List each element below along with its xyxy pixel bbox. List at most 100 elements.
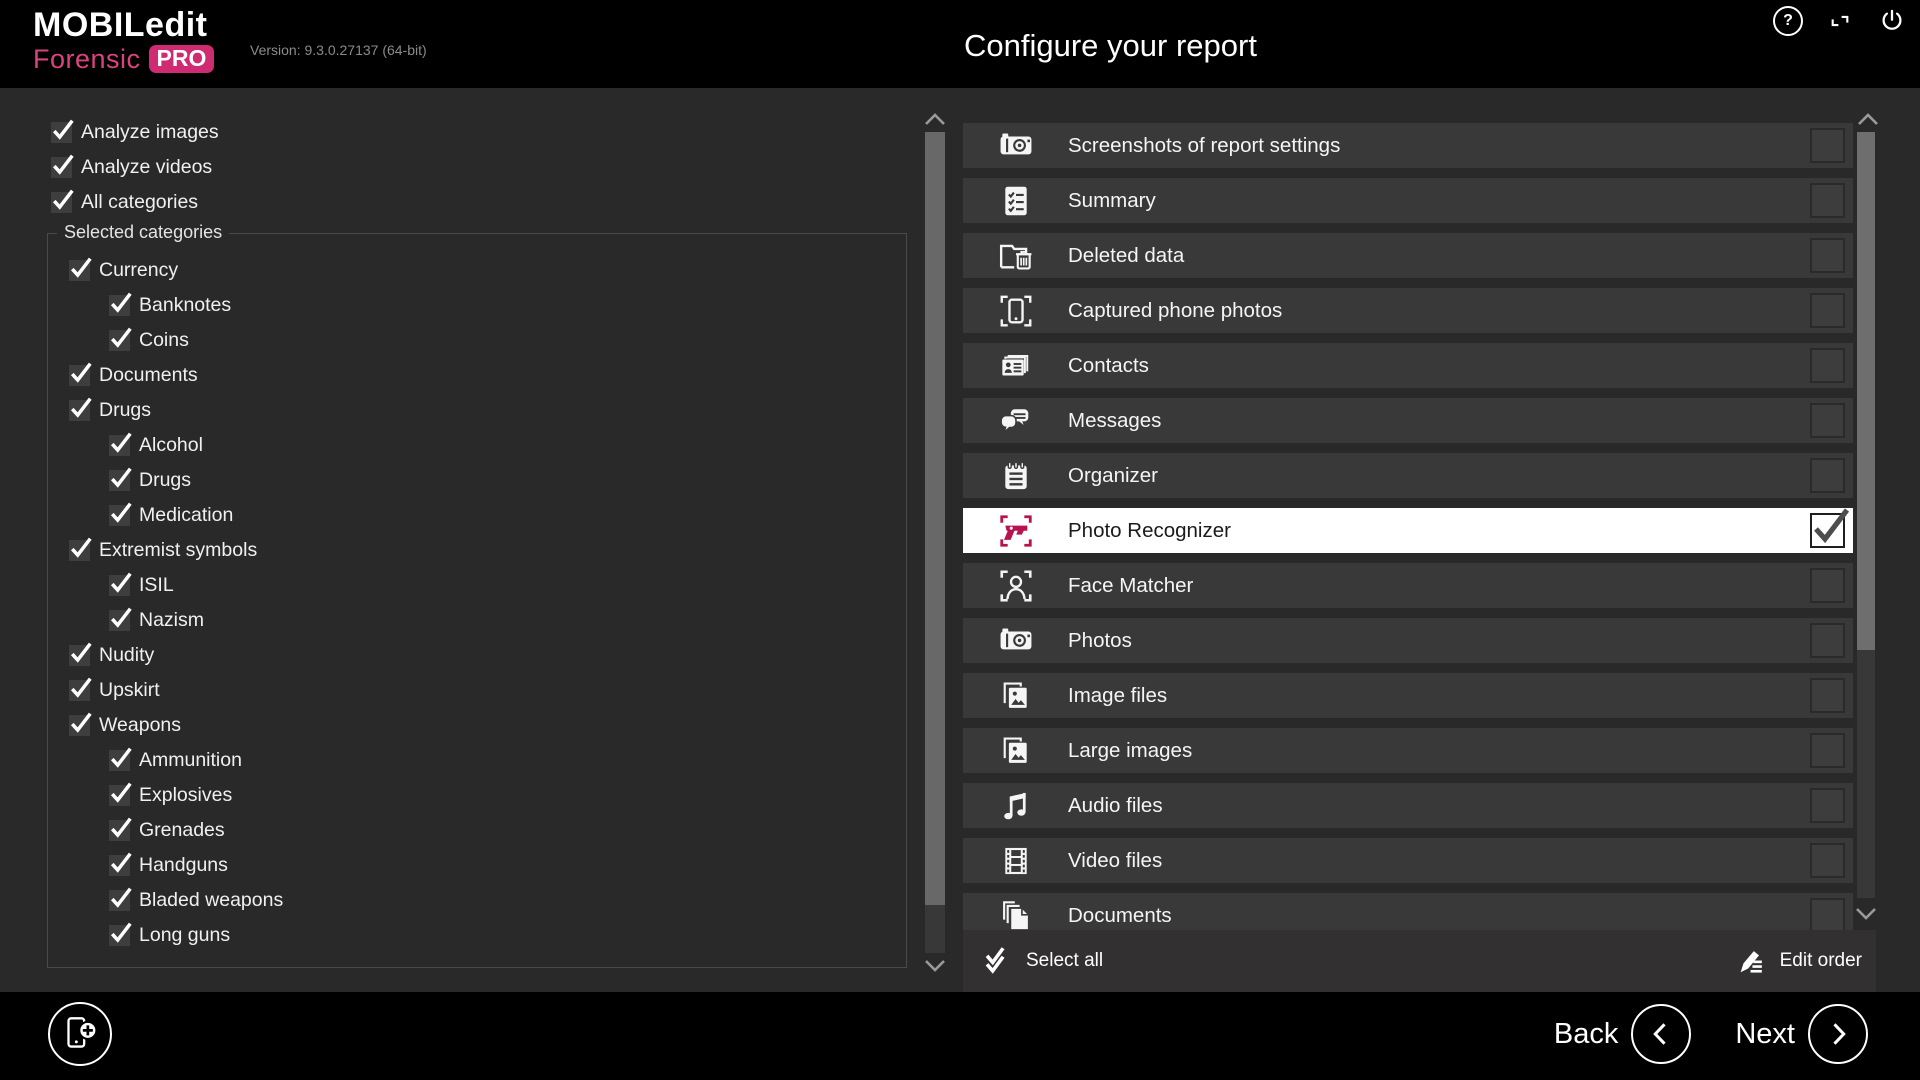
report-section-row[interactable]: Deleted data (963, 233, 1853, 278)
option-checkbox[interactable] (51, 122, 72, 143)
section-checkbox[interactable] (1810, 843, 1845, 878)
section-checkbox[interactable] (1810, 623, 1845, 658)
category-checkbox[interactable] (109, 750, 130, 771)
power-icon[interactable] (1876, 5, 1908, 37)
category-checkbox[interactable] (69, 645, 90, 666)
right-scrollbar-thumb[interactable] (1857, 132, 1875, 650)
category-checkbox[interactable] (69, 400, 90, 421)
analysis-option-row[interactable]: Analyze images (51, 119, 219, 145)
category-tree-item[interactable]: Nazism (109, 607, 204, 633)
report-section-row[interactable]: Captured phone photos (963, 288, 1853, 333)
report-section-row[interactable]: Face Matcher (963, 563, 1853, 608)
category-tree-item[interactable]: Alcohol (109, 432, 203, 458)
category-tree-item[interactable]: Upskirt (69, 677, 160, 703)
section-checkbox[interactable] (1810, 458, 1845, 493)
left-scrollbar-down-icon[interactable] (923, 958, 947, 973)
report-section-row[interactable]: Photo Recognizer (963, 508, 1853, 553)
category-checkbox[interactable] (109, 575, 130, 596)
report-section-row[interactable]: Screenshots of report settings (963, 123, 1853, 168)
snap-window-icon[interactable] (1824, 5, 1856, 37)
edit-order-button[interactable]: Edit order (1735, 945, 1862, 977)
category-checkbox[interactable] (109, 820, 130, 841)
report-section-row[interactable]: Large images (963, 728, 1853, 773)
help-icon[interactable]: ? (1772, 5, 1804, 37)
section-label: Organizer (1068, 464, 1158, 488)
section-checkbox[interactable] (1810, 568, 1845, 603)
right-scrollbar-down-icon[interactable] (1854, 906, 1878, 921)
category-tree-item[interactable]: Banknotes (109, 292, 231, 318)
category-tree-item[interactable]: Long guns (109, 922, 230, 948)
section-checkbox[interactable] (1810, 513, 1845, 548)
right-scrollbar-track[interactable] (1857, 650, 1875, 898)
face-matcher-icon (997, 567, 1035, 605)
analysis-option-row[interactable]: All categories (51, 189, 198, 215)
section-checkbox[interactable] (1810, 348, 1845, 383)
category-checkbox[interactable] (69, 715, 90, 736)
app-logo: MOBILedit Forensic PRO (33, 8, 214, 73)
report-section-row[interactable]: Photos (963, 618, 1853, 663)
category-checkbox[interactable] (109, 505, 130, 526)
category-checkbox[interactable] (69, 260, 90, 281)
next-button[interactable] (1808, 1004, 1868, 1064)
category-tree-item[interactable]: Nudity (69, 642, 154, 668)
left-scrollbar-up-icon[interactable] (923, 112, 947, 127)
section-checkbox[interactable] (1810, 293, 1845, 328)
category-checkbox[interactable] (109, 470, 130, 491)
category-tree-item[interactable]: Handguns (109, 852, 228, 878)
category-checkbox[interactable] (69, 365, 90, 386)
category-tree-item[interactable]: Bladed weapons (109, 887, 283, 913)
section-checkbox[interactable] (1810, 678, 1845, 713)
category-checkbox[interactable] (109, 330, 130, 351)
category-checkbox[interactable] (109, 295, 130, 316)
section-label: Video files (1068, 849, 1162, 873)
photos-icon (997, 622, 1035, 660)
category-label: Ammunition (139, 749, 242, 772)
category-checkbox[interactable] (109, 855, 130, 876)
report-section-row[interactable]: Organizer (963, 453, 1853, 498)
category-tree-item[interactable]: Weapons (69, 712, 181, 738)
report-section-row[interactable]: Contacts (963, 343, 1853, 388)
right-scrollbar-up-icon[interactable] (1856, 112, 1880, 127)
back-button-label[interactable]: Back (1554, 1018, 1618, 1051)
category-checkbox[interactable] (69, 680, 90, 701)
category-checkbox[interactable] (109, 890, 130, 911)
section-checkbox[interactable] (1810, 733, 1845, 768)
report-section-row[interactable]: Messages (963, 398, 1853, 443)
category-tree-item[interactable]: Grenades (109, 817, 225, 843)
category-tree-item[interactable]: Documents (69, 362, 198, 388)
category-tree-item[interactable]: Extremist symbols (69, 537, 257, 563)
section-checkbox[interactable] (1810, 238, 1845, 273)
report-section-row[interactable]: Image files (963, 673, 1853, 718)
category-checkbox[interactable] (109, 785, 130, 806)
category-checkbox[interactable] (69, 540, 90, 561)
report-section-row[interactable]: Video files (963, 838, 1853, 883)
select-all-button[interactable]: Select all (979, 944, 1103, 978)
category-tree-item[interactable]: Explosives (109, 782, 232, 808)
category-tree-item[interactable]: Coins (109, 327, 189, 353)
connect-phone-button[interactable] (48, 1002, 112, 1066)
category-tree-item[interactable]: Drugs (69, 397, 151, 423)
category-tree-item[interactable]: Drugs (109, 467, 191, 493)
back-button[interactable] (1631, 1004, 1691, 1064)
section-checkbox[interactable] (1810, 788, 1845, 823)
report-section-row[interactable]: Documents (963, 893, 1853, 930)
category-tree-item[interactable]: Ammunition (109, 747, 242, 773)
option-checkbox[interactable] (51, 192, 72, 213)
analysis-option-row[interactable]: Analyze videos (51, 154, 212, 180)
category-checkbox[interactable] (109, 925, 130, 946)
option-checkbox[interactable] (51, 157, 72, 178)
left-scrollbar-track[interactable] (925, 905, 945, 953)
category-tree-item[interactable]: Currency (69, 257, 178, 283)
category-checkbox[interactable] (109, 435, 130, 456)
left-scrollbar-thumb[interactable] (925, 132, 945, 905)
report-section-row[interactable]: Audio files (963, 783, 1853, 828)
section-checkbox[interactable] (1810, 128, 1845, 163)
next-button-label[interactable]: Next (1735, 1018, 1795, 1051)
section-checkbox[interactable] (1810, 898, 1845, 930)
section-checkbox[interactable] (1810, 183, 1845, 218)
category-tree-item[interactable]: Medication (109, 502, 233, 528)
section-checkbox[interactable] (1810, 403, 1845, 438)
category-checkbox[interactable] (109, 610, 130, 631)
report-section-row[interactable]: Summary (963, 178, 1853, 223)
category-tree-item[interactable]: ISIL (109, 572, 174, 598)
